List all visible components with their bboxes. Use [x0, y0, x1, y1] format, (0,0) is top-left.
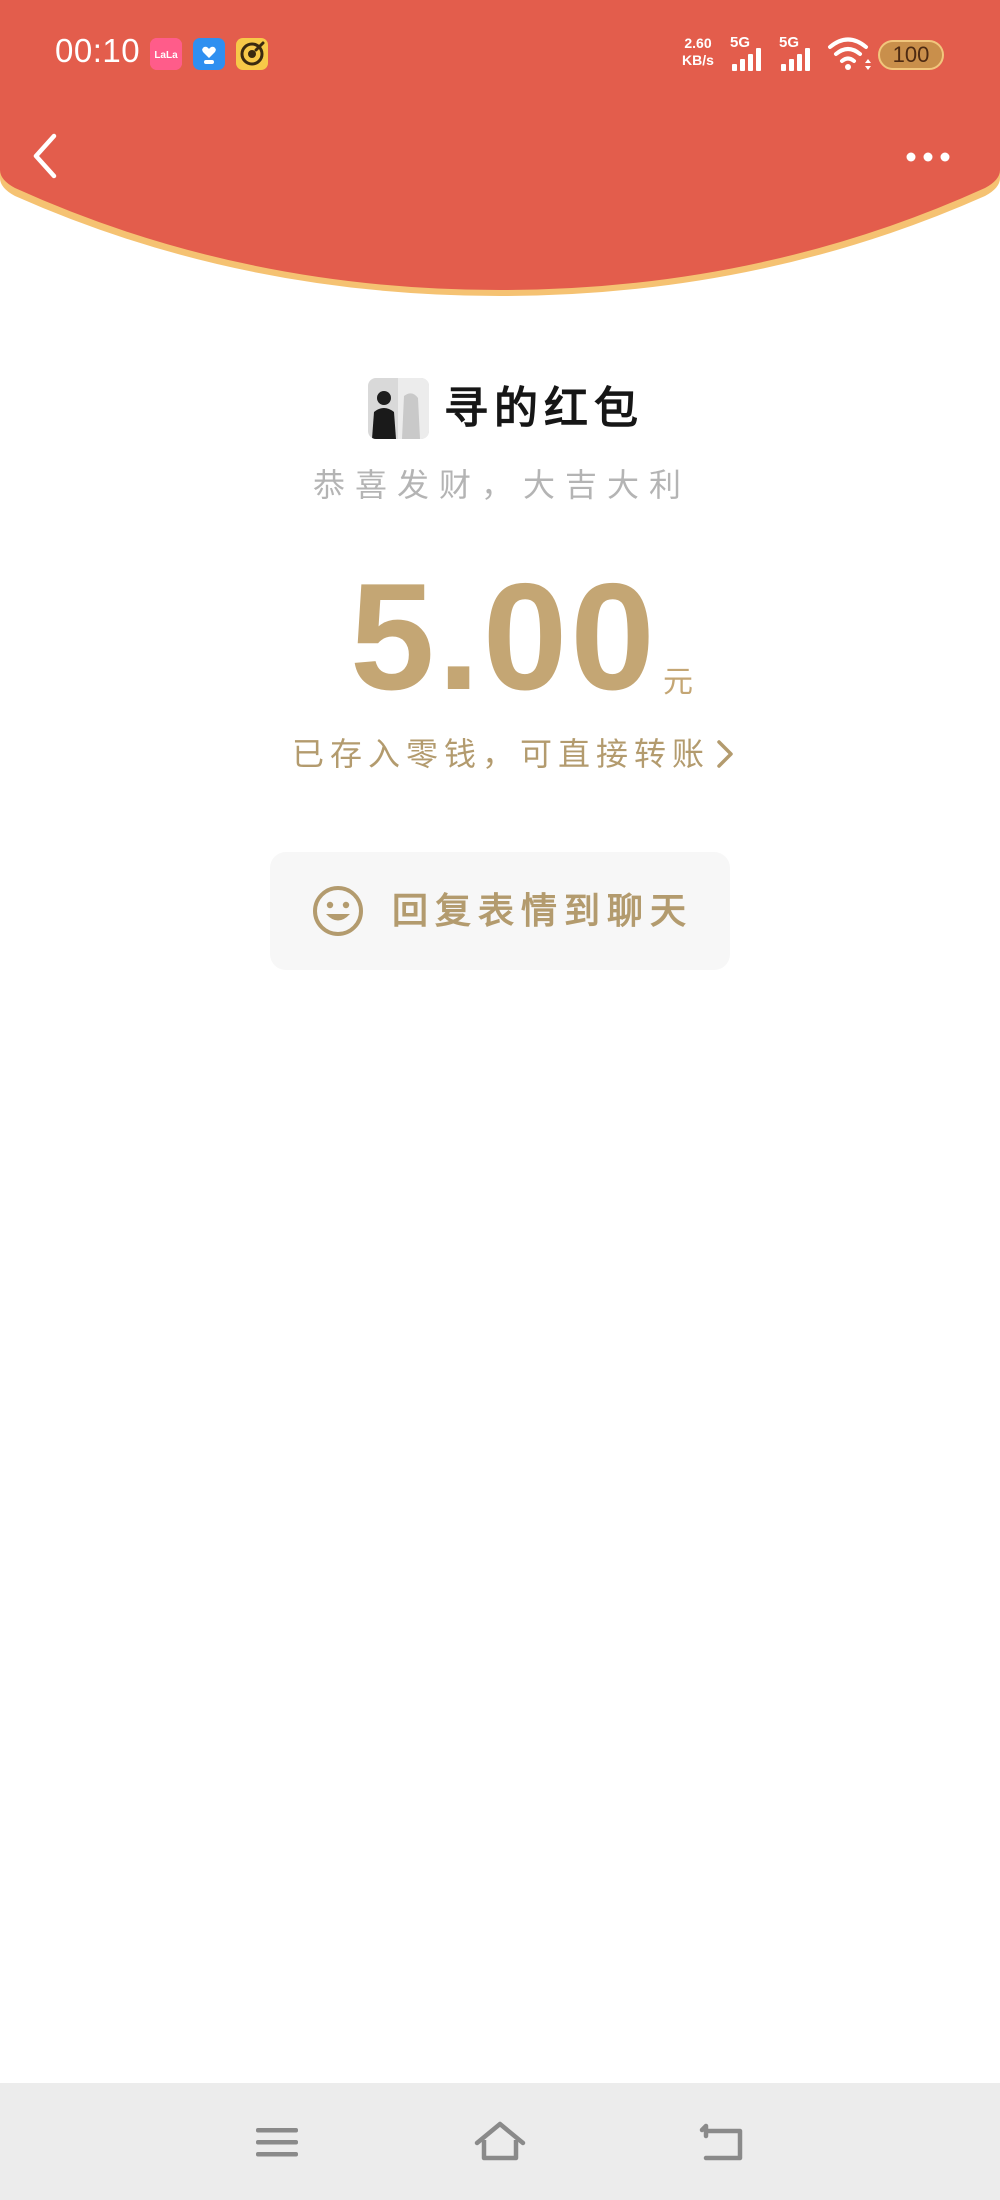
- chevron-right-icon: [717, 740, 733, 768]
- currency-unit: 元: [663, 665, 693, 700]
- signal-icon: 5G: [728, 33, 772, 79]
- chevron-left-icon: [33, 133, 57, 179]
- yellow-target-app-icon: [236, 38, 268, 70]
- wifi-icon: [826, 34, 874, 78]
- status-time: 00:10: [55, 32, 141, 69]
- stored-to-wallet-link[interactable]: 已存入零钱，可直接转账: [292, 730, 737, 780]
- back-icon: [699, 2123, 743, 2161]
- network-speed-value: 2.60: [684, 35, 712, 51]
- stored-message: 已存入零钱，可直接转账: [292, 735, 711, 773]
- smile-icon: [313, 886, 363, 936]
- signal-1-label: 5G: [730, 34, 750, 51]
- menu-icon: [256, 2128, 298, 2157]
- system-navigation-bar: [0, 2083, 1000, 2200]
- status-bar: 00:10 LaLa 2.60 KB/s 5G 5G 100: [0, 0, 1000, 110]
- blue-heart-app-icon: [193, 38, 225, 70]
- home-icon: [474, 2121, 526, 2161]
- home-button[interactable]: [472, 2118, 528, 2168]
- sender-title: 寻的红包: [444, 383, 644, 434]
- reply-button-label: 回复表情到聊天: [392, 890, 694, 932]
- network-speed: 2.60 KB/s: [672, 35, 724, 69]
- battery-level: 100: [892, 42, 930, 67]
- signal-icon: 5G: [777, 33, 821, 79]
- lala-app-icon: LaLa: [150, 38, 182, 70]
- back-button[interactable]: [18, 118, 78, 194]
- blessing-text: 恭喜发财，大吉大利: [312, 466, 691, 504]
- reply-sticker-button[interactable]: 回复表情到聊天: [270, 852, 730, 970]
- amount-value: 5.00: [350, 552, 658, 722]
- more-options-button[interactable]: [893, 132, 963, 182]
- back-nav-button[interactable]: [694, 2118, 750, 2168]
- menu-button[interactable]: [250, 2118, 306, 2168]
- more-dots-icon: [906, 152, 950, 162]
- signal-2-label: 5G: [779, 34, 799, 51]
- network-speed-unit: KB/s: [682, 52, 714, 68]
- sender-row: 寻的红包: [0, 375, 1000, 445]
- battery-indicator: 100: [878, 40, 944, 70]
- avatar[interactable]: [368, 378, 429, 439]
- svg-text:LaLa: LaLa: [154, 50, 178, 61]
